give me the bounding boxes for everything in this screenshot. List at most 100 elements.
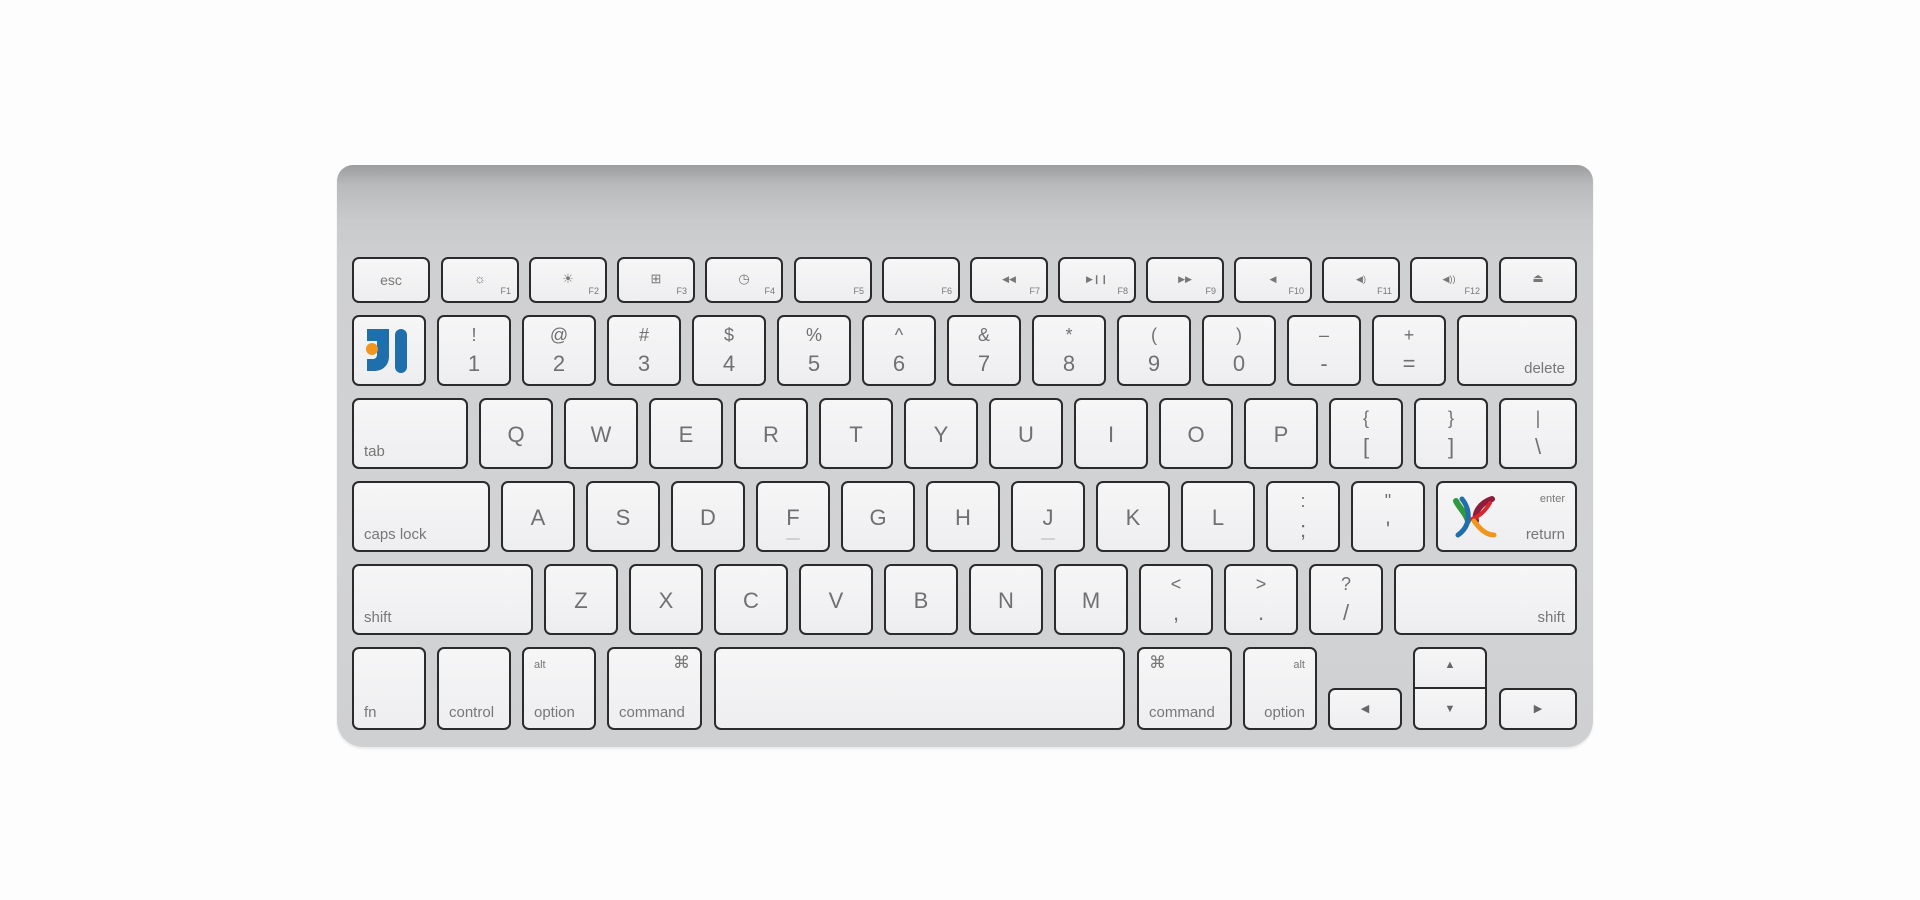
key-left-shift[interactable]: shift xyxy=(352,564,533,635)
fkey-label: F7 xyxy=(1029,286,1040,296)
key-left-command[interactable]: ⌘ command xyxy=(607,647,702,730)
key-control[interactable]: control xyxy=(437,647,511,730)
dashboard-icon: ◷ xyxy=(738,271,750,286)
key-delete[interactable]: delete xyxy=(1457,315,1577,386)
key-5[interactable]: % 5 xyxy=(777,315,851,386)
key-f5[interactable]: F5 xyxy=(794,257,872,303)
key-f12[interactable]: ◀)) F12 xyxy=(1410,257,1488,303)
key-label: O xyxy=(1187,422,1205,447)
key-7[interactable]: & 7 xyxy=(947,315,1021,386)
key-h[interactable]: H xyxy=(926,481,1000,552)
key-tab[interactable]: tab xyxy=(352,398,468,469)
key-v[interactable]: V xyxy=(799,564,873,635)
volume-down-icon: ◀) xyxy=(1356,274,1366,284)
key-b[interactable]: B xyxy=(884,564,958,635)
key-arrow-left[interactable]: ◀ xyxy=(1328,688,1402,730)
key-shift-label: $ xyxy=(723,325,734,345)
key-label: ] xyxy=(1447,434,1455,459)
key-f3[interactable]: ⊞ F3 xyxy=(617,257,695,303)
key-space[interactable] xyxy=(714,647,1125,730)
key-arrow-down[interactable]: ▼ xyxy=(1413,687,1487,730)
key-caps-lock[interactable]: caps lock xyxy=(352,481,490,552)
key-left-bracket[interactable]: {[ xyxy=(1329,398,1403,469)
key-d[interactable]: D xyxy=(671,481,745,552)
key-4[interactable]: $4 xyxy=(692,315,766,386)
key-c[interactable]: C xyxy=(714,564,788,635)
eject-icon: ⏏ xyxy=(1532,271,1544,285)
key-o[interactable]: O xyxy=(1159,398,1233,469)
arrow-left-icon: ◀ xyxy=(1360,703,1370,715)
key-k[interactable]: K xyxy=(1096,481,1170,552)
key-semicolon[interactable]: :; xyxy=(1266,481,1340,552)
key-label: Q xyxy=(507,422,525,447)
key-label: / xyxy=(1342,600,1350,625)
key-6[interactable]: ^ 6 xyxy=(862,315,936,386)
key-2[interactable]: @2 xyxy=(522,315,596,386)
key-right-command[interactable]: ⌘ command xyxy=(1137,647,1232,730)
key-arrow-right[interactable]: ▶ xyxy=(1499,688,1577,730)
key-slash[interactable]: ? / xyxy=(1309,564,1383,635)
key-f[interactable]: F xyxy=(756,481,830,552)
key-e[interactable]: E xyxy=(649,398,723,469)
key-m[interactable]: M xyxy=(1054,564,1128,635)
key-f8[interactable]: ▶❙❙ F8 xyxy=(1058,257,1136,303)
key-label: , xyxy=(1172,600,1180,625)
key-i[interactable]: I xyxy=(1074,398,1148,469)
key-l[interactable]: L xyxy=(1181,481,1255,552)
key-label: option xyxy=(1264,704,1305,721)
key-label: caps lock xyxy=(364,526,427,543)
key-equals[interactable]: + = xyxy=(1372,315,1446,386)
key-g[interactable]: G xyxy=(841,481,915,552)
key-quote[interactable]: " ' xyxy=(1351,481,1425,552)
key-logo-jetbrains[interactable] xyxy=(352,315,426,386)
key-1[interactable]: ! 1 xyxy=(437,315,511,386)
key-9[interactable]: (9 xyxy=(1117,315,1191,386)
key-r[interactable]: R xyxy=(734,398,808,469)
key-label: K xyxy=(1125,505,1141,530)
key-fn[interactable]: fn xyxy=(352,647,426,730)
key-f6[interactable]: F6 xyxy=(882,257,960,303)
key-right-bracket[interactable]: }] xyxy=(1414,398,1488,469)
key-backslash[interactable]: | \ xyxy=(1499,398,1577,469)
key-j[interactable]: J xyxy=(1011,481,1085,552)
key-right-shift[interactable]: shift xyxy=(1394,564,1577,635)
fkey-label: F2 xyxy=(588,286,599,296)
key-a[interactable]: A xyxy=(501,481,575,552)
key-n[interactable]: N xyxy=(969,564,1043,635)
key-f4[interactable]: ◷ F4 xyxy=(705,257,783,303)
key-right-option[interactable]: alt option xyxy=(1243,647,1317,730)
key-f9[interactable]: ▶▶ F9 xyxy=(1146,257,1224,303)
key-eject[interactable]: ⏏ xyxy=(1499,257,1577,303)
key-label: . xyxy=(1257,600,1265,625)
key-x[interactable]: X xyxy=(629,564,703,635)
key-shift-label: @ xyxy=(549,325,569,345)
key-w[interactable]: W xyxy=(564,398,638,469)
key-f1[interactable]: ☼ F1 xyxy=(441,257,519,303)
key-return[interactable]: enter return xyxy=(1436,481,1577,552)
key-z[interactable]: Z xyxy=(544,564,618,635)
key-f2[interactable]: ☀ F2 xyxy=(529,257,607,303)
fkey-label: F5 xyxy=(853,286,864,296)
key-arrow-up[interactable]: ▲ xyxy=(1413,647,1487,689)
key-q[interactable]: Q xyxy=(479,398,553,469)
brightness-up-icon: ☀ xyxy=(562,271,574,286)
key-f11[interactable]: ◀) F11 xyxy=(1322,257,1400,303)
key-8[interactable]: * 8 xyxy=(1032,315,1106,386)
key-left-option[interactable]: alt option xyxy=(522,647,596,730)
key-p[interactable]: P xyxy=(1244,398,1318,469)
key-s[interactable]: S xyxy=(586,481,660,552)
key-minus[interactable]: – - xyxy=(1287,315,1361,386)
key-period[interactable]: >. xyxy=(1224,564,1298,635)
key-label: \ xyxy=(1534,434,1542,459)
key-f7[interactable]: ◀◀ F7 xyxy=(970,257,1048,303)
key-3[interactable]: #3 xyxy=(607,315,681,386)
key-y[interactable]: Y xyxy=(904,398,978,469)
key-esc[interactable]: esc xyxy=(352,257,430,303)
key-f10[interactable]: ◀ F10 xyxy=(1234,257,1312,303)
key-t[interactable]: T xyxy=(819,398,893,469)
key-0[interactable]: ) 0 xyxy=(1202,315,1276,386)
key-shift-label: > xyxy=(1255,574,1267,594)
key-u[interactable]: U xyxy=(989,398,1063,469)
brightness-down-icon: ☼ xyxy=(474,271,486,286)
key-comma[interactable]: <, xyxy=(1139,564,1213,635)
